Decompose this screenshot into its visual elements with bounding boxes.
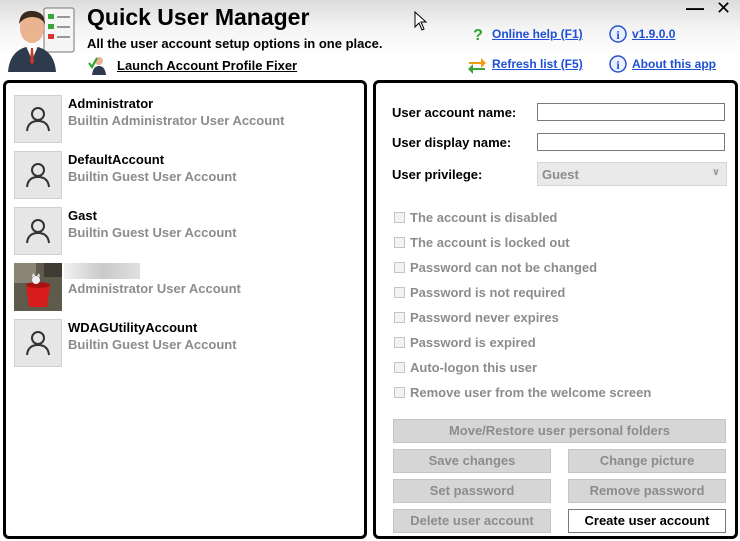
user-item-wdagutilityaccount[interactable]: WDAGUtilityAccount Builtin Guest User Ac…: [14, 319, 354, 369]
checkbox-label: Password is not required: [410, 285, 566, 300]
checkbox-label: Password never expires: [410, 310, 559, 325]
user-name: Gast: [68, 208, 97, 223]
online-help-link[interactable]: Online help (F1): [492, 27, 583, 41]
privilege-selected-value: Guest: [542, 167, 579, 182]
checkbox-label: Password is expired: [410, 335, 536, 350]
checkbox-box[interactable]: [394, 362, 405, 373]
user-list-panel[interactable]: Administrator Builtin Administrator User…: [3, 80, 367, 539]
launch-profile-fixer-link[interactable]: Launch Account Profile Fixer: [117, 58, 297, 73]
checkbox-box[interactable]: [394, 287, 405, 298]
delete-account-button[interactable]: Delete user account: [393, 509, 551, 533]
checkbox-label: Password can not be changed: [410, 260, 598, 275]
password-cannot-change-checkbox[interactable]: Password can not be changed: [394, 260, 597, 278]
svg-text:?: ?: [473, 27, 483, 42]
user-item-gast[interactable]: Gast Builtin Guest User Account: [14, 207, 354, 257]
user-item-defaultaccount[interactable]: DefaultAccount Builtin Guest User Accoun…: [14, 151, 354, 201]
app-subtitle: All the user account setup options in on…: [87, 36, 383, 51]
chevron-down-icon: ∨: [711, 167, 720, 178]
refresh-list-link[interactable]: Refresh list (F5): [492, 57, 583, 71]
password-expired-checkbox[interactable]: Password is expired: [394, 335, 590, 353]
display-name-label: User display name:: [392, 135, 512, 150]
checkbox-box[interactable]: [394, 312, 405, 323]
about-link[interactable]: About this app: [632, 57, 716, 71]
move-restore-folders-button[interactable]: Move/Restore user personal folders: [393, 419, 726, 443]
version-link[interactable]: v1.9.0.0: [632, 27, 675, 41]
auto-logon-checkbox[interactable]: Auto-logon this user: [394, 360, 590, 378]
user-description: Builtin Guest User Account: [68, 225, 237, 240]
user-description: Builtin Guest User Account: [68, 169, 237, 184]
profile-fixer-icon[interactable]: [88, 55, 108, 75]
privilege-label: User privilege:: [392, 167, 483, 182]
user-avatar-icon: [14, 95, 62, 143]
user-name: WDAGUtilityAccount: [68, 320, 198, 335]
user-avatar-icon: [14, 207, 62, 255]
user-description: Builtin Administrator User Account: [68, 113, 285, 128]
user-name: DefaultAccount: [68, 152, 165, 167]
create-account-button[interactable]: Create user account: [568, 509, 726, 533]
remove-from-welcome-checkbox[interactable]: Remove user from the welcome screen: [394, 385, 664, 403]
privilege-select[interactable]: Guest ∨: [537, 162, 727, 186]
checkbox-box[interactable]: [394, 237, 405, 248]
account-name-label: User account name:: [392, 105, 517, 120]
set-password-button[interactable]: Set password: [393, 479, 551, 503]
account-disabled-checkbox[interactable]: The account is disabled: [394, 210, 590, 228]
user-name: Administrator: [68, 96, 154, 111]
checkbox-label: Remove user from the welcome screen: [410, 385, 652, 400]
app-logo-icon: [4, 2, 78, 72]
about-info-icon[interactable]: i: [609, 55, 627, 73]
checkbox-label: The account is locked out: [410, 235, 570, 250]
checkbox-box[interactable]: [394, 262, 405, 273]
refresh-icon[interactable]: [467, 55, 487, 75]
info-icon[interactable]: i: [609, 25, 627, 43]
minimize-button[interactable]: —: [686, 0, 704, 19]
password-never-expires-checkbox[interactable]: Password never expires: [394, 310, 590, 328]
checkbox-label: Auto-logon this user: [410, 360, 538, 375]
user-avatar-icon: [14, 319, 62, 367]
user-description: Administrator User Account: [68, 281, 241, 296]
close-button[interactable]: ✕: [716, 0, 731, 19]
user-avatar-icon: [14, 151, 62, 199]
user-description: Builtin Guest User Account: [68, 337, 237, 352]
checkbox-box[interactable]: [394, 387, 405, 398]
account-locked-checkbox[interactable]: The account is locked out: [394, 235, 590, 253]
user-photo-avatar: [14, 263, 62, 311]
user-item-administrator[interactable]: Administrator Builtin Administrator User…: [14, 95, 354, 145]
blurred-user-name: [64, 263, 140, 279]
app-title: Quick User Manager: [87, 4, 310, 30]
mouse-cursor-icon: [414, 10, 428, 31]
change-picture-button[interactable]: Change picture: [568, 449, 726, 473]
account-details-panel: User account name: User display name: Us…: [373, 80, 738, 539]
display-name-input[interactable]: [537, 133, 725, 151]
user-item-current-user[interactable]: Administrator User Account: [14, 263, 354, 313]
save-changes-button[interactable]: Save changes: [393, 449, 551, 473]
checkbox-box[interactable]: [394, 212, 405, 223]
password-not-required-checkbox[interactable]: Password is not required: [394, 285, 590, 303]
help-icon[interactable]: ?: [470, 26, 486, 44]
account-name-input[interactable]: [537, 103, 725, 121]
checkbox-label: The account is disabled: [410, 210, 558, 225]
remove-password-button[interactable]: Remove password: [568, 479, 726, 503]
checkbox-box[interactable]: [394, 337, 405, 348]
